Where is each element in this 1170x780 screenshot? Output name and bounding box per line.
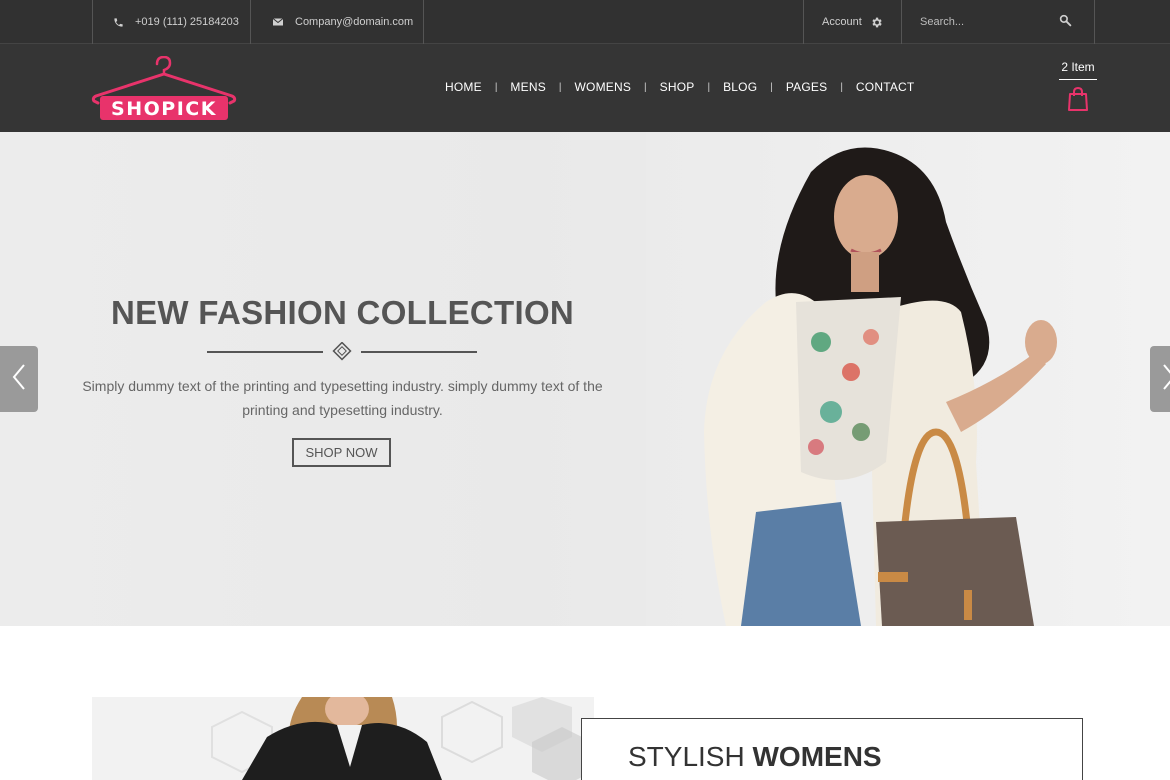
- mail-icon: [271, 15, 285, 29]
- hero-divider: [207, 342, 477, 361]
- slider-prev-button[interactable]: [0, 346, 38, 412]
- hero-description: Simply dummy text of the printing and ty…: [70, 374, 615, 422]
- hero-slider: NEW FASHION COLLECTION Simply dummy text…: [0, 132, 1170, 626]
- shopick-logo[interactable]: SHOPICK: [90, 55, 238, 122]
- hero-model-image: [646, 132, 1170, 626]
- promo-title-bold: WOMENS: [752, 741, 882, 772]
- phone-number: +019 (111) 25184203: [135, 16, 239, 28]
- shop-now-button[interactable]: SHOP NOW: [292, 438, 391, 467]
- top-bar: +019 (111) 25184203 Company@domain.com A…: [0, 0, 1170, 44]
- nav-separator: |: [707, 81, 711, 93]
- nav-separator: |: [644, 81, 647, 93]
- nav-contact[interactable]: CONTACT: [856, 80, 915, 94]
- email-contact[interactable]: Company@domain.com: [250, 0, 424, 44]
- hero-text-line: Simply dummy text of the printing and ty…: [82, 378, 603, 394]
- nav-separator: |: [494, 81, 498, 93]
- main-nav: HOME | MENS | WOMENS | SHOP | BLOG | PAG…: [445, 80, 914, 94]
- search-box[interactable]: [901, 0, 1095, 44]
- hero-title: NEW FASHION COLLECTION: [110, 294, 575, 331]
- chevron-left-icon: [11, 363, 27, 396]
- slider-next-button[interactable]: [1150, 346, 1170, 412]
- nav-shop[interactable]: SHOP: [660, 80, 695, 94]
- promo-title: STYLISH WOMENS: [628, 741, 882, 773]
- chevron-right-icon: [1161, 363, 1170, 396]
- search-input[interactable]: [920, 16, 1060, 28]
- nav-mens[interactable]: MENS: [510, 80, 545, 94]
- nav-home[interactable]: HOME: [445, 80, 482, 94]
- gear-icon: [870, 15, 884, 29]
- cart-count: 2 Item: [1059, 60, 1097, 80]
- nav-separator: |: [770, 81, 773, 93]
- hero-text-line: printing and typesetting industry.: [242, 402, 443, 418]
- nav-blog[interactable]: BLOG: [723, 80, 757, 94]
- email-address: Company@domain.com: [295, 16, 414, 28]
- promo-title-light: STYLISH: [628, 741, 745, 772]
- account-label: Account: [822, 16, 862, 28]
- nav-separator: |: [840, 81, 843, 93]
- account-menu[interactable]: Account: [803, 0, 901, 44]
- nav-womens[interactable]: WOMENS: [575, 80, 632, 94]
- womens-promo-box[interactable]: STYLISH WOMENS: [581, 718, 1083, 780]
- phone-contact[interactable]: +019 (111) 25184203: [92, 0, 250, 44]
- diamond-icon: [332, 342, 352, 361]
- logo-text: SHOPICK: [111, 98, 217, 120]
- nav-separator: |: [558, 81, 562, 93]
- womens-promo-image: [92, 697, 594, 780]
- cart[interactable]: 2 Item: [1059, 60, 1097, 111]
- nav-pages[interactable]: PAGES: [786, 80, 827, 94]
- main-header: SHOPICK HOME | MENS | WOMENS | SHOP | BL…: [0, 44, 1170, 132]
- search-icon[interactable]: [1059, 14, 1072, 30]
- shopping-bag-icon[interactable]: [1059, 87, 1097, 111]
- phone-icon: [111, 15, 125, 29]
